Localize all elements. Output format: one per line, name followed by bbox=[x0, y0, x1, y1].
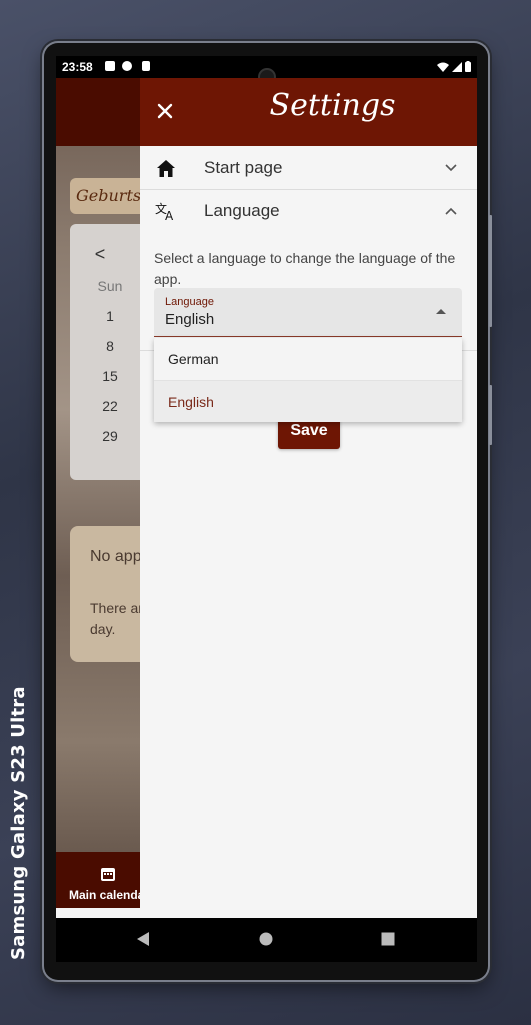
drawer-title: Settings bbox=[269, 88, 396, 123]
section-language[interactable]: 文A Language bbox=[140, 190, 477, 232]
status-bar: 23:58 bbox=[56, 56, 477, 86]
signal-icon bbox=[452, 61, 462, 72]
calendar-icon bbox=[101, 868, 115, 881]
calendar-day: 8 bbox=[106, 338, 114, 354]
select-value: English bbox=[165, 311, 215, 328]
background-title-chip: Geburtst bbox=[70, 178, 140, 214]
language-description: Select a language to change the language… bbox=[154, 250, 456, 287]
home-button-icon[interactable] bbox=[259, 932, 273, 946]
calendar-day: 1 bbox=[106, 308, 114, 324]
calendar-day: 22 bbox=[102, 398, 118, 414]
status-time: 23:58 bbox=[62, 60, 93, 74]
section-start-page[interactable]: Start page bbox=[140, 147, 477, 189]
background-bottom-nav: Main calenda bbox=[56, 852, 140, 908]
recents-icon[interactable] bbox=[381, 932, 395, 946]
screen: 23:58 Geburtst < Sun 1 8 15 22 29 No app… bbox=[56, 56, 477, 962]
caret-up-icon bbox=[436, 309, 446, 314]
background-calendar: < Sun 1 8 15 22 29 bbox=[70, 224, 140, 480]
background-header bbox=[56, 78, 140, 146]
battery-icon bbox=[465, 61, 471, 72]
chevron-down-icon bbox=[439, 156, 463, 180]
calendar-prev-button: < bbox=[94, 244, 106, 264]
svg-text:A: A bbox=[165, 209, 174, 221]
language-select[interactable]: Language English bbox=[154, 288, 462, 337]
language-dropdown-menu: German English bbox=[154, 338, 462, 422]
home-icon bbox=[154, 156, 178, 180]
weekday-label: Sun bbox=[97, 278, 123, 294]
status-icons bbox=[437, 61, 471, 72]
drawer-header: Settings bbox=[140, 78, 477, 146]
volume-button bbox=[489, 215, 492, 327]
background-card: No app There ar day. bbox=[70, 526, 140, 662]
background-app: Geburtst < Sun 1 8 15 22 29 No app There… bbox=[56, 78, 140, 908]
calendar-day: 29 bbox=[102, 428, 118, 444]
back-icon[interactable] bbox=[136, 932, 150, 946]
nav-label: Main calenda bbox=[69, 888, 140, 902]
option-english[interactable]: English bbox=[154, 380, 462, 422]
notification-icon bbox=[122, 61, 132, 71]
section-label: Start page bbox=[204, 158, 283, 177]
power-button bbox=[489, 385, 492, 445]
settings-drawer: Settings Start page 文A Language Select a… bbox=[140, 78, 477, 918]
chevron-up-icon bbox=[439, 199, 463, 223]
calendar-day: 15 bbox=[102, 368, 118, 384]
translate-icon: 文A bbox=[154, 199, 178, 223]
card-text: day. bbox=[90, 621, 116, 637]
section-label: Language bbox=[204, 201, 280, 220]
option-german[interactable]: German bbox=[154, 338, 462, 380]
card-title: No app bbox=[90, 548, 140, 565]
card-text: There ar bbox=[90, 600, 140, 616]
system-nav-bar bbox=[56, 918, 477, 962]
device-label: Samsung Galaxy S23 Ultra bbox=[8, 686, 29, 960]
notification-icon bbox=[142, 61, 150, 71]
select-label: Language bbox=[165, 296, 214, 308]
wifi-icon bbox=[437, 62, 449, 72]
notification-icon bbox=[105, 61, 115, 71]
